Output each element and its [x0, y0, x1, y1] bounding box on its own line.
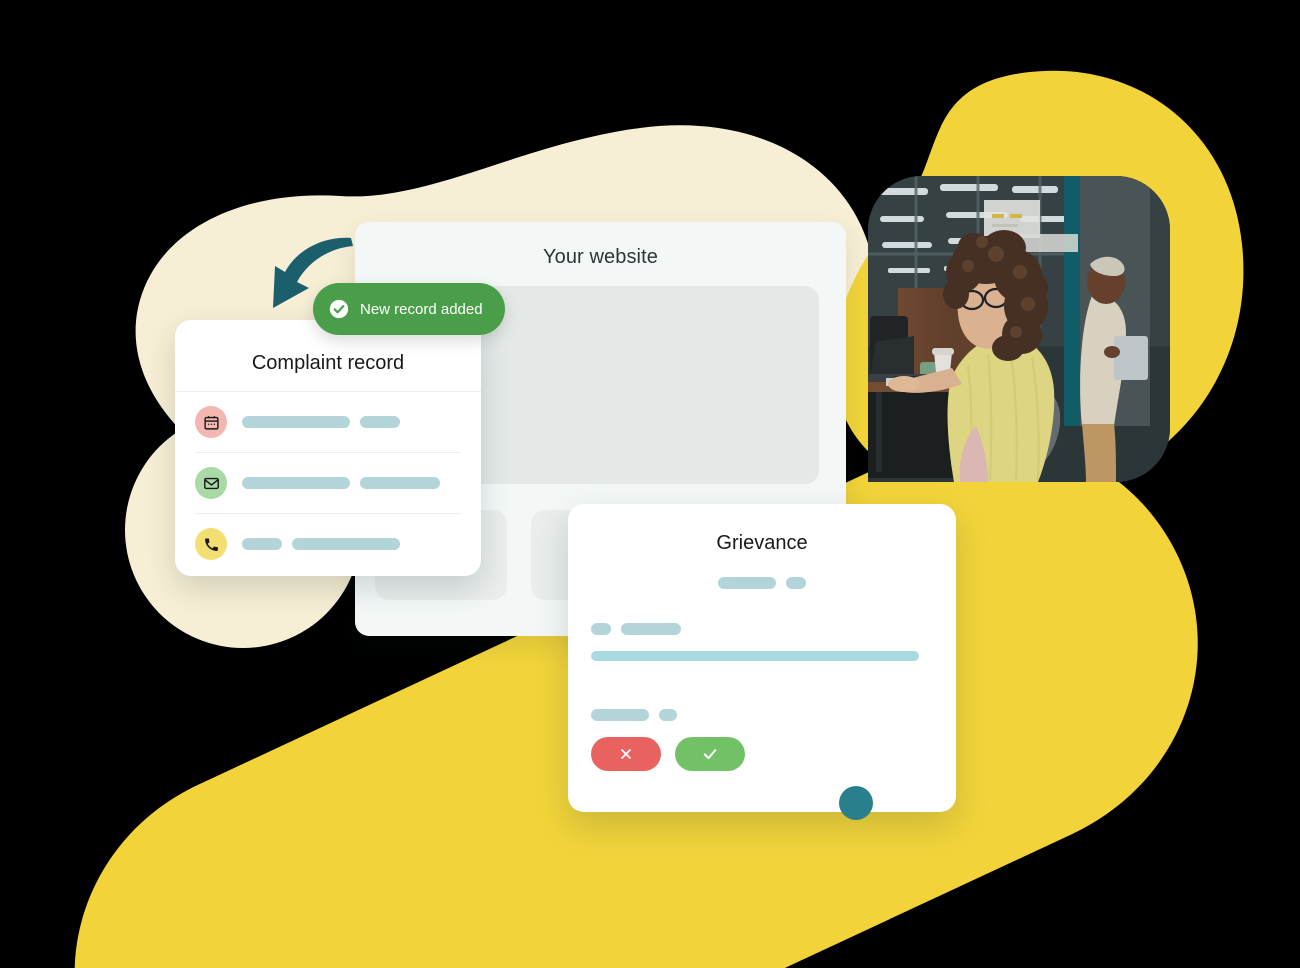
check-circle-icon [329, 299, 349, 319]
reject-button[interactable] [591, 737, 661, 771]
phone-icon [195, 528, 227, 560]
bar [292, 538, 400, 550]
bar [621, 623, 681, 635]
bar [718, 577, 776, 589]
illustration-stage: Your website Complaint record New record… [0, 0, 1300, 968]
office-worker-photo [868, 176, 1170, 482]
calendar-icon [195, 406, 227, 438]
grievance-actions [591, 737, 745, 771]
photo-illustration [868, 176, 1170, 482]
photo-image [868, 176, 1170, 482]
grievance-field-label-bars [591, 623, 956, 635]
bar [242, 477, 350, 489]
bar [360, 477, 440, 489]
complaint-row-date[interactable] [175, 392, 481, 452]
complaint-record-card[interactable]: Complaint record [175, 320, 481, 576]
bar [360, 416, 400, 428]
row-bars [242, 477, 440, 489]
severity-slider[interactable] [591, 651, 919, 820]
bar [786, 577, 806, 589]
grievance-footer-bars [591, 709, 956, 721]
accept-button[interactable] [675, 737, 745, 771]
bar [242, 416, 350, 428]
slider-thumb[interactable] [839, 786, 873, 820]
bar [591, 709, 649, 721]
website-card-title: Your website [543, 246, 658, 268]
check-icon [701, 745, 719, 763]
toast-message: New record added [360, 300, 483, 318]
toast-notification[interactable]: New record added [313, 283, 505, 335]
bar [242, 538, 282, 550]
row-bars [242, 538, 400, 550]
grievance-card[interactable]: Grievance [568, 504, 956, 820]
grievance-subtitle-bars [568, 577, 956, 589]
complaint-row-phone[interactable] [175, 514, 481, 574]
bar [591, 623, 611, 635]
bar [659, 709, 677, 721]
envelope-icon [195, 467, 227, 499]
grievance-card-title: Grievance [716, 532, 808, 554]
close-icon [618, 746, 634, 762]
complaint-row-email[interactable] [175, 453, 481, 513]
row-bars [242, 416, 400, 428]
